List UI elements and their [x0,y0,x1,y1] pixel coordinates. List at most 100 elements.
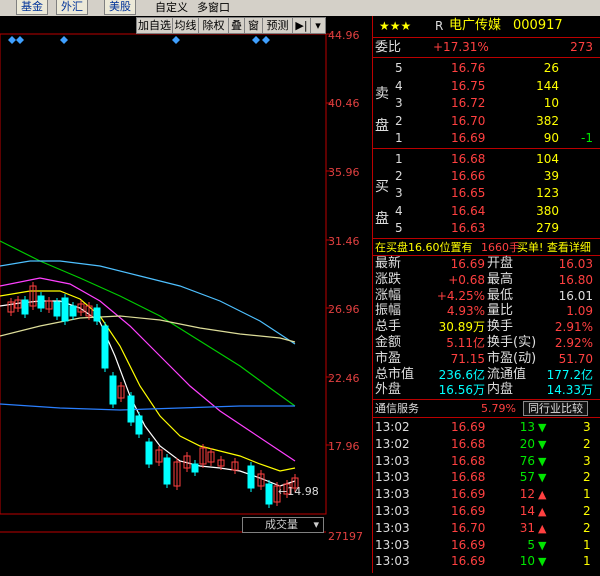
candle-body [69,305,77,317]
stat-value: 16.69 [450,257,485,271]
notice-link[interactable]: 买单! 查看详细 [517,239,591,256]
forecast-button[interactable]: 预测 [263,18,293,33]
stock-header: ★★★ R 电广传媒 000917 [373,16,600,36]
event-marker-icon [60,36,68,44]
volume: 380 [536,203,559,218]
quote-panel: ★★★ R 电广传媒 000917 委比 +17.31% 273 卖盘 5 16… [372,16,600,573]
tab-fund[interactable]: 基金 [16,0,48,15]
price-pane-border [0,33,327,515]
stock-name: 电广传媒 [449,18,502,33]
stat-row: 外盘 16.56万 内盘 14.33万 [373,382,600,398]
tick-time: 13:03 [375,554,410,569]
tab-us-stock[interactable]: 美股 [104,0,136,15]
dropdown-icon[interactable]: ▾ [311,18,325,33]
industry-compare-button[interactable]: 同行业比较 [523,401,588,416]
tick-volume: 13 [519,420,535,434]
tick-price: 16.68 [451,470,486,485]
level: 5 [395,220,403,235]
tick-row: 13:03 16.69 10 ▼ 1 [373,553,600,570]
chart-toolbar: 加自选 均线 除权 叠 窗 预测 ▶| ▾ [136,17,326,34]
volume: 90 [543,131,559,145]
stat-label: 内盘 [487,382,514,398]
candle-body [93,307,101,322]
moving-average-line [0,403,295,411]
rating-stars: ★★★ [379,19,412,33]
tick-volume: 76 [519,453,535,468]
custom-button[interactable]: 自定义 [155,0,188,15]
moving-average-line [0,315,296,343]
price: 16.72 [451,96,486,110]
ma-button[interactable]: 均线 [173,18,199,33]
candle-body [101,325,109,369]
event-marker-icon [16,36,24,44]
candle-body [109,375,117,405]
tick-count: 1 [583,487,591,502]
candle-body [135,415,143,435]
industry-pct: 5.79% [481,402,516,415]
stat-row: 涨幅 +4.25% 最低 16.01 [373,288,600,304]
arrow-down-icon: ▼ [538,421,547,434]
overlay-button[interactable]: 叠 [229,18,245,33]
stat-value: 4.93% [446,304,485,319]
buy-order-row: 4 16.64 380 [373,203,600,220]
volume: 26 [543,61,559,75]
price: 16.69 [451,131,486,145]
arrow-down-icon: ▼ [538,437,547,451]
y-label: 40.46 [328,97,360,110]
stat-value: 1.09 [566,304,593,319]
tick-volume: 20 [519,436,535,451]
stat-value: 2.92% [554,336,593,350]
multi-window-button[interactable]: 多窗口 [197,0,230,15]
event-marker-icon [8,36,16,44]
stat-row: 振幅 4.93% 量比 1.09 [373,303,600,319]
candle-body [21,299,29,315]
stat-value: 16.56万 [438,383,485,398]
sell-order-row: 1 16.69 90 -1 [373,130,600,147]
weibi-value: +17.31% [433,40,489,54]
tick-volume: 14 [519,504,535,518]
exright-button[interactable]: 除权 [199,18,229,33]
stat-value: 2.91% [554,320,593,335]
kline-chart[interactable]: 44.96 40.46 35.96 31.46 26.96 22.46 17.9… [0,16,372,573]
tick-count: 2 [583,436,591,451]
stat-label: 涨幅 [375,287,402,303]
stat-row: 市盈 71.15 市盈(动) 51.70 [373,351,600,367]
sell-order-row: 2 16.70 382 [373,113,600,130]
volume: 104 [536,152,559,166]
add-favorite-button[interactable]: 加自选 [137,18,173,33]
tick-price: 16.69 [451,420,486,434]
tab-forex[interactable]: 外汇 [56,0,88,15]
play-icon[interactable]: ▶| [293,18,311,33]
price: 16.68 [451,152,486,166]
tick-count: 2 [583,470,591,485]
volume-indicator-select[interactable]: 成交量 ▾ [242,517,324,533]
arrow-down-icon: ▼ [538,471,547,485]
stat-value: 236.6亿 [438,367,485,382]
stat-row: 涨跌 +0.68 最高 16.80 [373,272,600,288]
sell-order-row: 4 16.75 144 [373,78,600,95]
notice-text: 在买盘16.60位置有 [375,241,473,254]
price: 16.70 [451,113,486,128]
order-notice[interactable]: 在买盘16.60位置有 1660手 买单! 查看详细 [373,239,600,256]
stat-label: 换手 [487,319,514,335]
stat-label: 最高 [487,271,514,287]
tick-volume: 57 [519,470,535,485]
stat-value: 71.15 [450,351,485,366]
stat-row: 总市值 236.6亿 流通值 177.2亿 [373,367,600,383]
buy-order-row: 5 16.63 279 [373,220,600,237]
tick-row: 13:03 16.68 76 ▼ 3 [373,453,600,470]
window-button[interactable]: 窗 [245,18,263,33]
stat-label: 流通值 [487,366,527,382]
stat-label: 量比 [487,303,514,319]
level: 1 [395,152,403,166]
level: 2 [395,169,403,184]
stat-value: 16.03 [558,257,593,271]
tick-row: 13:03 16.69 5 ▼ 1 [373,537,600,554]
stat-label: 换手(实) [487,335,537,350]
change: -1 [581,131,593,145]
stat-label: 开盘 [487,256,514,271]
tick-volume: 5 [527,537,535,552]
y-label: 17.96 [328,440,360,453]
y-label: 27197 [328,530,363,543]
stat-value: 16.80 [558,272,593,287]
